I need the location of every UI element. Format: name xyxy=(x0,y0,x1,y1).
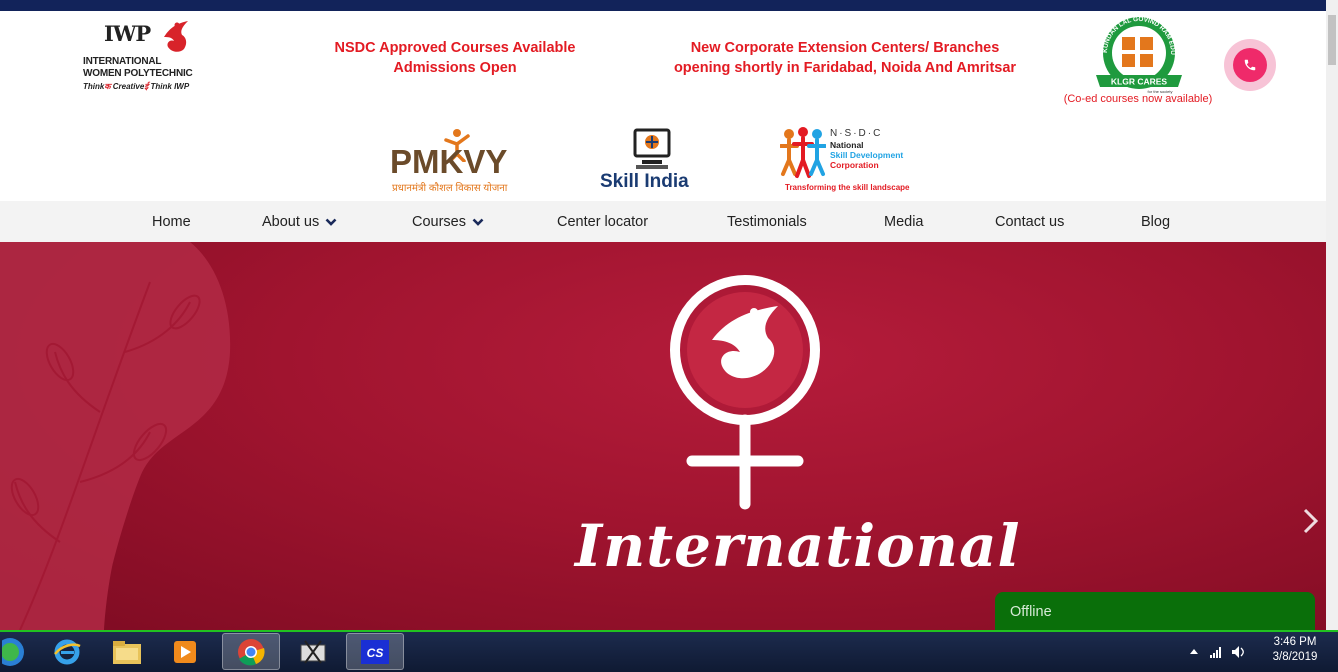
nav-courses[interactable]: Courses xyxy=(412,201,484,242)
nav-media[interactable]: Media xyxy=(884,201,924,242)
call-button[interactable] xyxy=(1224,39,1276,91)
nsdc-abbr: N·S·D·C xyxy=(830,128,883,139)
klgr-banner-text: KLGR CARES xyxy=(1111,77,1168,87)
network-signal-icon[interactable] xyxy=(1210,647,1221,658)
skill-india-wordmark: Skill India xyxy=(600,171,689,192)
tray-clock[interactable]: 3:46 PM 3/8/2019 xyxy=(1264,635,1326,665)
folder-icon xyxy=(113,640,141,664)
page-scrollbar[interactable] xyxy=(1326,0,1338,630)
nsdc-line-3: Corporation xyxy=(830,160,879,170)
pmkvy-wordmark: PMKVY xyxy=(390,143,508,180)
notice-new-branches: New Corporate Extension Centers/ Branche… xyxy=(650,38,1040,78)
klgr-cares-logo[interactable]: KUNDAN LAL GOVIND RAM EDUCATIONAL SOCIET… xyxy=(1091,10,1184,97)
nav-about-us[interactable]: About us xyxy=(262,201,337,242)
logo-wordmark: IWP xyxy=(104,21,151,46)
system-tray xyxy=(1186,642,1256,662)
nav-blog-label: Blog xyxy=(1141,214,1171,230)
phone-icon xyxy=(1244,59,1256,71)
notice-2-line-1: New Corporate Extension Centers/ Branche… xyxy=(690,40,1000,56)
tray-time: 3:46 PM xyxy=(1273,636,1317,648)
taskbar-accent-line xyxy=(0,630,1338,632)
tray-date: 3/8/2019 xyxy=(1272,651,1318,663)
start-button[interactable] xyxy=(0,633,30,670)
chat-widget-offline[interactable]: Offline xyxy=(995,592,1315,632)
nav-home[interactable]: Home xyxy=(152,201,191,242)
skill-india-monitor-icon xyxy=(633,128,671,169)
logo-line-2: WOMEN POLYTECHNIC xyxy=(83,68,193,79)
taskbar-file-explorer[interactable] xyxy=(100,633,154,670)
chrome-icon xyxy=(238,638,265,665)
chevron-down-icon xyxy=(472,218,484,227)
notice-1-line-2: Admissions Open xyxy=(393,60,517,76)
main-navigation: Home About us Courses Center locator Tes… xyxy=(0,201,1326,242)
hero-banner[interactable]: International xyxy=(0,242,1326,630)
nav-testimonials[interactable]: Testimonials xyxy=(727,201,807,242)
nsdc-line-2: Skill Development xyxy=(830,150,904,160)
svg-text:CS: CS xyxy=(367,646,384,660)
windows-orb-icon xyxy=(2,637,24,666)
nsdc-tagline: Transforming the skill landscape xyxy=(785,183,910,192)
dancer-logo-icon xyxy=(164,21,188,52)
volume-icon[interactable] xyxy=(1232,646,1244,658)
chat-status-label: Offline xyxy=(1010,604,1052,620)
klgr-emblem-icon: KUNDAN LAL GOVIND RAM EDUCATIONAL SOCIET… xyxy=(1091,10,1182,94)
nav-about-us-label: About us xyxy=(262,214,320,230)
tagline-iwp: IWP xyxy=(174,82,190,91)
tagline-creative: Creative xyxy=(112,82,145,91)
klgr-caption: (Co-ed courses now available) xyxy=(1063,93,1213,105)
taskbar-snipping-tool[interactable] xyxy=(286,633,340,670)
tray-expand-icon[interactable] xyxy=(1190,649,1198,654)
nsdc-people-icon xyxy=(780,127,826,178)
notice-1-line-1: NSDC Approved Courses Available xyxy=(334,40,576,56)
nav-testimonials-label: Testimonials xyxy=(727,214,807,230)
scrollbar-thumb[interactable] xyxy=(1328,15,1336,65)
chevron-right-icon[interactable] xyxy=(1301,506,1321,536)
pmkvy-hindi-sub: प्रधानमंत्री कौशल विकास योजना xyxy=(392,183,508,194)
logo-tagline: Thinkक Creativeई Think IWP xyxy=(83,82,190,91)
windows-taskbar: CS xyxy=(0,630,1338,672)
nav-contact-us-label: Contact us xyxy=(995,214,1065,230)
notice-2-line-2: opening shortly in Faridabad, Noida And … xyxy=(673,60,1017,76)
call-button-inner xyxy=(1233,48,1267,82)
nsdc-logo[interactable]: N·S·D·C National Skill Development Corpo… xyxy=(780,126,915,196)
notice-nsdc-approved: NSDC Approved Courses Available Admissio… xyxy=(320,38,590,78)
top-bar xyxy=(0,0,1326,11)
chevron-down-icon xyxy=(325,218,337,227)
pmkvy-logo[interactable]: PMKVY प्रधानमंत्री कौशल विकास योजना xyxy=(390,128,522,196)
nsdc-line-1: National xyxy=(830,140,864,150)
media-player-icon xyxy=(174,640,196,663)
female-symbol-icon xyxy=(670,275,820,510)
taskbar-chrome[interactable] xyxy=(222,633,280,670)
browser-viewport: IWP INTERNATIONAL WOMEN POLYTECHNIC Thin… xyxy=(0,0,1326,630)
taskbar-media-player[interactable] xyxy=(158,633,212,670)
snipping-tool-icon xyxy=(300,639,326,664)
cs-app-icon: CS xyxy=(361,639,389,664)
nav-home-label: Home xyxy=(152,214,191,230)
tagline-think-2: Think xyxy=(150,82,172,91)
nav-center-locator-label: Center locator xyxy=(557,214,649,230)
skill-india-logo[interactable]: Skill India xyxy=(598,128,708,198)
nav-courses-label: Courses xyxy=(412,214,466,230)
nav-contact-us[interactable]: Contact us xyxy=(995,201,1064,242)
taskbar-cs-app[interactable]: CS xyxy=(346,633,404,670)
tagline-think: Think xyxy=(83,82,105,91)
hero-title: International xyxy=(575,512,1021,580)
nav-center-locator[interactable]: Center locator xyxy=(557,201,648,242)
nav-blog[interactable]: Blog xyxy=(1141,201,1170,242)
site-header: IWP INTERNATIONAL WOMEN POLYTECHNIC Thin… xyxy=(0,10,1326,201)
internet-explorer-icon xyxy=(54,639,81,664)
nsdc-fullname: National Skill Development Corporation xyxy=(830,140,903,170)
logo-line-1: INTERNATIONAL xyxy=(83,56,162,67)
nav-media-label: Media xyxy=(884,214,924,230)
woman-silhouette-shape xyxy=(0,242,231,630)
iwp-logo[interactable]: IWP INTERNATIONAL WOMEN POLYTECHNIC Thin… xyxy=(82,19,207,91)
taskbar-internet-explorer[interactable] xyxy=(40,633,94,670)
